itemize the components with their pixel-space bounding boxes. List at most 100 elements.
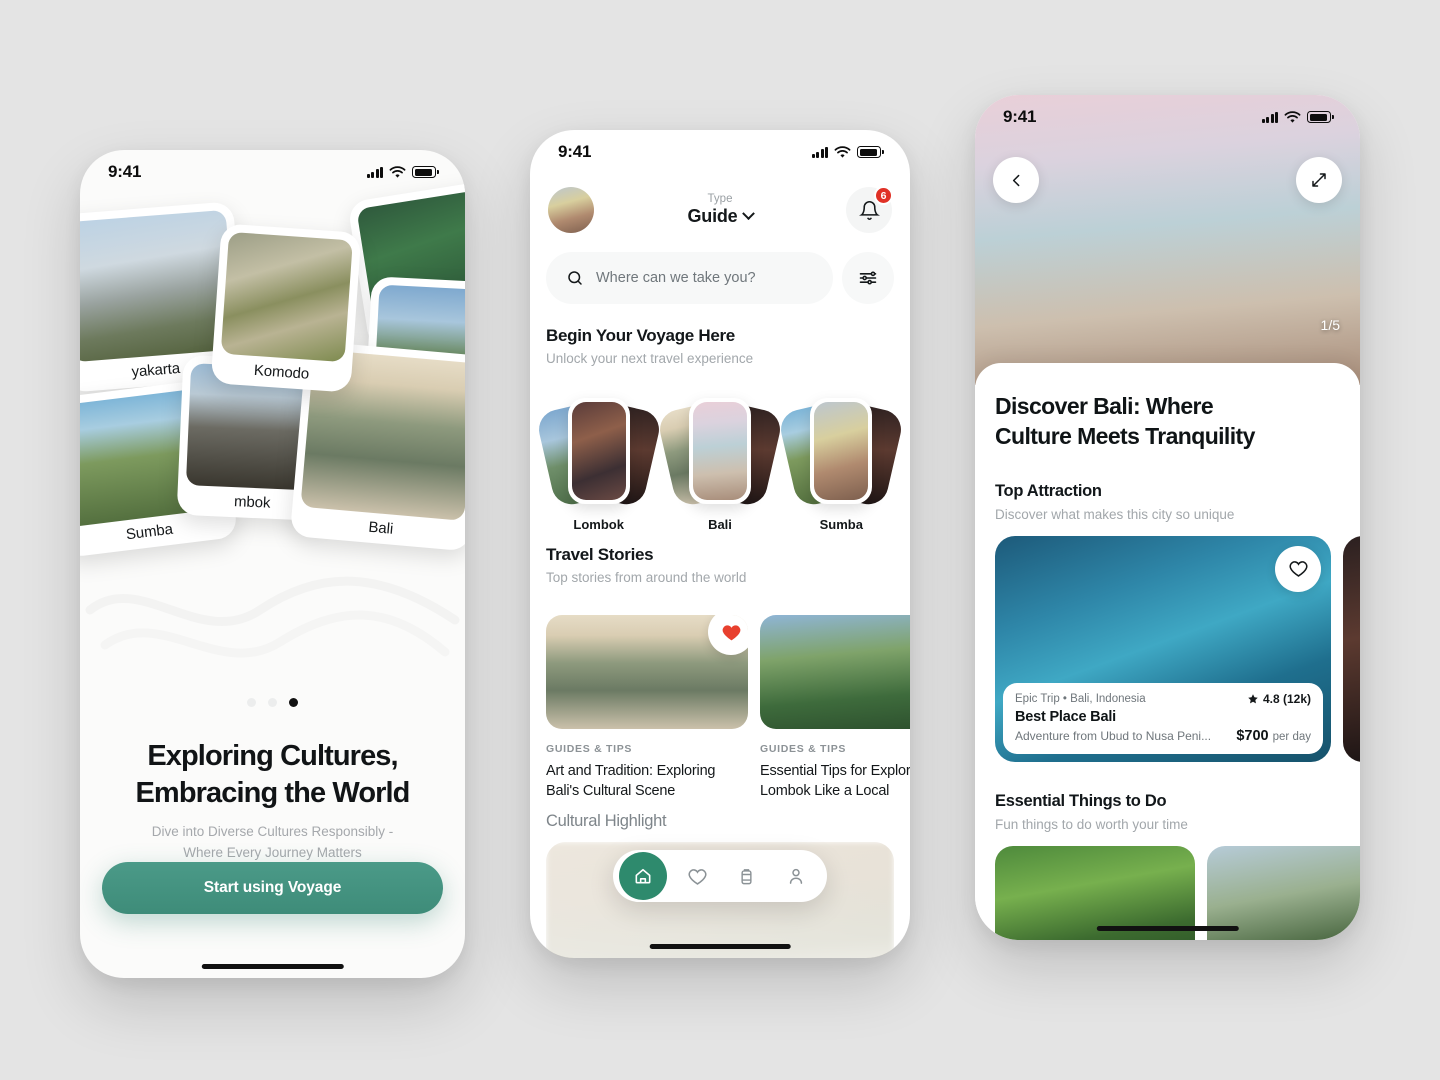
section-title: Cultural Highlight xyxy=(546,812,667,830)
star-icon xyxy=(1248,693,1258,704)
carousel-dot[interactable] xyxy=(247,698,256,707)
section-cultural-highlight: Cultural Highlight xyxy=(546,812,894,831)
battery-icon xyxy=(1307,111,1334,123)
attraction-description: Adventure from Ubud to Nusa Peni... xyxy=(1015,728,1212,743)
attraction-price: $700 per day xyxy=(1236,728,1311,744)
status-bar: 9:41 xyxy=(80,150,465,194)
home-header: Type Guide 6 xyxy=(530,184,910,236)
search-input[interactable]: Where can we take you? xyxy=(546,252,833,304)
profile-icon xyxy=(790,868,803,884)
bottom-navigation xyxy=(613,850,827,902)
signal-icon xyxy=(1261,111,1279,123)
heart-icon xyxy=(688,868,707,885)
avatar[interactable] xyxy=(548,187,594,233)
story-title: Essential Tips for Exploring Lombok Like… xyxy=(760,763,910,799)
destination-lombok[interactable]: Lombok xyxy=(534,398,663,536)
carousel-dots[interactable] xyxy=(80,698,465,707)
page-subtitle-line1: Dive into Diverse Cultures Responsibly - xyxy=(151,824,394,839)
tab-trips[interactable] xyxy=(728,857,766,895)
attraction-card-next[interactable] xyxy=(1343,535,1360,762)
carousel-dot-active[interactable] xyxy=(289,698,298,707)
favorite-button[interactable] xyxy=(1275,545,1321,592)
phone-onboarding: 9:41 yakarta Bali Sumba mbok Komodo Expl… xyxy=(80,150,465,978)
story-thumbnail xyxy=(546,615,748,729)
section-subtitle: Top stories from around the world xyxy=(546,570,747,585)
wave-decoration xyxy=(85,576,460,658)
expand-button[interactable] xyxy=(1296,157,1342,203)
signal-icon xyxy=(811,146,829,158)
filter-button[interactable] xyxy=(842,252,894,304)
carousel-dot[interactable] xyxy=(268,698,277,707)
heart-icon xyxy=(1288,561,1308,578)
status-bar: 9:41 xyxy=(975,95,1360,139)
detail-title-line1: Discover Bali: Where xyxy=(995,393,1214,419)
story-list: GUIDES & TIPS Art and Tradition: Explori… xyxy=(546,615,910,801)
type-value-text: Guide xyxy=(687,206,738,226)
home-indicator xyxy=(649,944,791,949)
story-card[interactable]: GUIDES & TIPS Art and Tradition: Explori… xyxy=(546,615,748,801)
onboarding-screen: 9:41 yakarta Bali Sumba mbok Komodo Expl… xyxy=(80,150,465,978)
detail-title: Discover Bali: Where Culture Meets Tranq… xyxy=(995,391,1340,452)
notifications-button[interactable]: 6 xyxy=(846,186,893,233)
section-title: Travel Stories xyxy=(546,545,654,564)
back-button[interactable] xyxy=(993,157,1039,203)
type-value[interactable]: Guide xyxy=(594,206,846,227)
destination-row: Lombok Bali Sumba xyxy=(534,398,906,536)
type-label: Type xyxy=(707,193,733,205)
attraction-meta: Epic Trip • Bali, Indonesia xyxy=(1015,692,1146,705)
detail-sheet: Discover Bali: Where Culture Meets Tranq… xyxy=(975,363,1360,940)
wifi-icon xyxy=(1284,110,1301,123)
destination-sumba[interactable]: Sumba xyxy=(777,398,906,536)
image-counter: 1/5 xyxy=(1320,317,1340,333)
section-begin-voyage: Begin Your Voyage Here Unlock your next … xyxy=(546,326,894,366)
battery-icon xyxy=(412,166,439,178)
status-time: 9:41 xyxy=(558,142,592,161)
destination-label: Lombok xyxy=(573,517,624,532)
story-kicker: GUIDES & TIPS xyxy=(546,743,633,755)
tab-profile[interactable] xyxy=(777,857,815,895)
signal-icon xyxy=(366,166,384,178)
attraction-card[interactable]: Epic Trip • Bali, Indonesia 4.8 (12k) Be… xyxy=(995,535,1331,762)
section-travel-stories: Travel Stories Top stories from around t… xyxy=(546,545,894,585)
page-subtitle-line2: Where Every Journey Matters xyxy=(183,844,362,860)
chevron-down-icon xyxy=(741,207,755,221)
page-title-line2: Embracing the World xyxy=(135,777,410,810)
attraction-top-row: Epic Trip • Bali, Indonesia 4.8 (12k) xyxy=(1015,692,1311,706)
destination-collage: yakarta Bali Sumba mbok Komodo xyxy=(80,150,465,570)
chevron-left-icon xyxy=(1012,174,1019,186)
tab-home[interactable] xyxy=(618,852,667,900)
type-selector[interactable]: Type Guide xyxy=(594,193,846,227)
section-subtitle: Discover what makes this city so unique xyxy=(995,506,1235,522)
destination-label: Bali xyxy=(708,517,732,532)
story-title: Art and Tradition: Exploring Bali's Cult… xyxy=(546,763,716,799)
destination-label: Sumba xyxy=(819,517,863,532)
tab-favorites[interactable] xyxy=(678,857,716,895)
story-card[interactable]: GUIDES & TIPS Essential Tips for Explori… xyxy=(760,615,910,801)
section-subtitle: Fun things to do worth your time xyxy=(995,816,1188,832)
section-top-attraction: Top Attraction Discover what makes this … xyxy=(995,482,1340,522)
attraction-rating-text: 4.8 (12k) xyxy=(1262,691,1311,706)
wifi-icon xyxy=(834,145,851,158)
collage-card-komodo[interactable]: Komodo xyxy=(210,223,362,393)
story-kicker: GUIDES & TIPS xyxy=(760,743,847,755)
home-icon xyxy=(635,868,651,884)
section-title: Essential Things to Do xyxy=(995,791,1167,810)
page-subtitle: Dive into Diverse Cultures Responsibly -… xyxy=(80,822,465,864)
mockup-stage: 9:41 yakarta Bali Sumba mbok Komodo Expl… xyxy=(0,0,1440,1080)
story-thumbnail xyxy=(760,615,910,729)
home-screen: 9:41 Type Guide 6 Where can we take you?… xyxy=(530,130,910,958)
filter-icon xyxy=(859,271,877,285)
section-title: Top Attraction xyxy=(995,481,1102,500)
search-row: Where can we take you? xyxy=(546,252,894,304)
section-things-to-do: Essential Things to Do Fun things to do … xyxy=(995,792,1340,832)
phone-home: 9:41 Type Guide 6 Where can we take you?… xyxy=(530,130,910,958)
attraction-rating: 4.8 (12k) xyxy=(1247,692,1311,706)
attraction-price-value: $700 xyxy=(1236,727,1269,744)
start-using-voyage-button[interactable]: Start using Voyage xyxy=(102,862,443,914)
destination-bali[interactable]: Bali xyxy=(656,398,784,536)
notification-badge: 6 xyxy=(874,186,893,205)
luggage-icon xyxy=(741,868,752,884)
status-time: 9:41 xyxy=(108,162,142,181)
search-icon xyxy=(568,271,582,285)
phone-detail: 9:41 1/5 Discover Bali: Where Culture Me… xyxy=(975,95,1360,940)
